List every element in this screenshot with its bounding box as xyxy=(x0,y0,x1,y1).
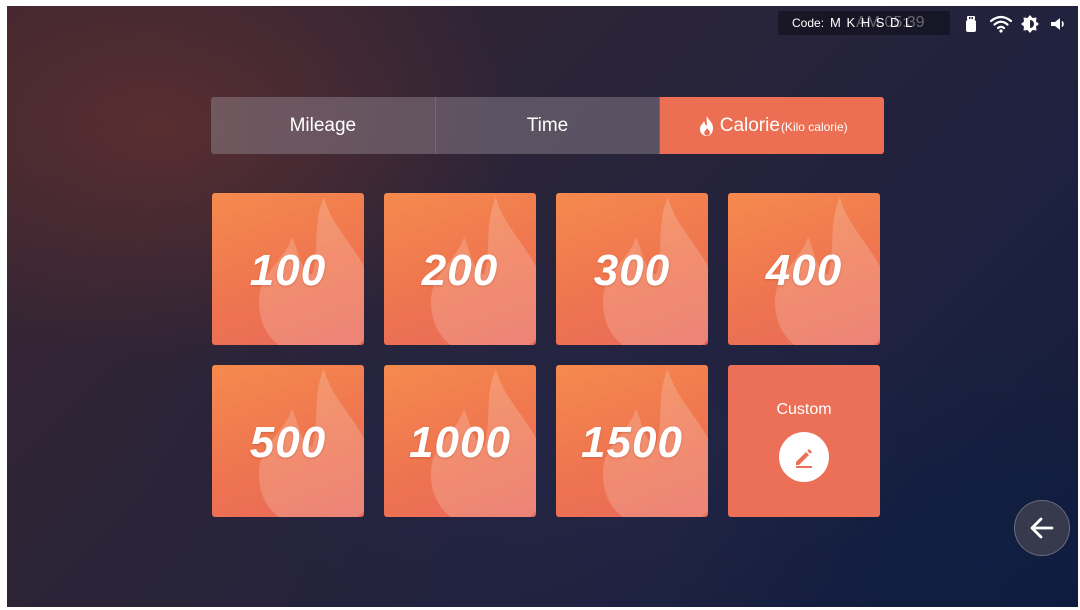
custom-label: Custom xyxy=(776,401,832,418)
tab-calorie[interactable]: Calorie (Kilo calorie) xyxy=(660,97,884,154)
goal-type-tabs: Mileage Time Calorie (Kilo calorie) xyxy=(211,97,884,154)
flame-icon xyxy=(699,115,713,136)
preset-tile-1000[interactable]: 1000 xyxy=(384,365,536,517)
preset-value: 500 xyxy=(249,418,327,467)
tab-time[interactable]: Time xyxy=(435,97,661,154)
clock: AM 05:39 xyxy=(856,14,925,31)
volume-icon xyxy=(1051,18,1064,30)
preset-value: 1000 xyxy=(409,418,511,467)
edit-button[interactable] xyxy=(779,432,829,482)
brightness-icon xyxy=(1021,15,1039,33)
wifi-icon xyxy=(990,15,1012,33)
preset-tile-400[interactable]: 400 xyxy=(728,193,880,345)
preset-tile-100[interactable]: 100 xyxy=(212,193,364,345)
preset-tile-200[interactable]: 200 xyxy=(384,193,536,345)
preset-value: 1500 xyxy=(581,418,683,467)
custom-goal-tile[interactable]: Custom xyxy=(728,365,880,517)
preset-tile-300[interactable]: 300 xyxy=(556,193,708,345)
device-code-label: Code: xyxy=(792,16,825,30)
back-button[interactable] xyxy=(1014,500,1070,556)
arrow-left-icon xyxy=(1030,517,1054,539)
status-bar: Code: M K H S D L AM 05:39 xyxy=(778,6,1078,40)
usb-icon xyxy=(966,16,976,32)
preset-value: 300 xyxy=(593,246,671,295)
preset-value: 400 xyxy=(765,246,843,295)
calorie-goal-screen: Code: M K H S D L AM 05:39 Mileage Time … xyxy=(7,6,1078,607)
pencil-icon xyxy=(796,449,812,468)
preset-tile-500[interactable]: 500 xyxy=(212,365,364,517)
tab-mileage[interactable]: Mileage xyxy=(211,97,436,154)
preset-value: 200 xyxy=(421,246,499,295)
tab-calorie-label: Calorie xyxy=(719,114,780,136)
preset-value: 100 xyxy=(249,246,327,295)
preset-tile-1500[interactable]: 1500 xyxy=(556,365,708,517)
tab-mileage-label: Mileage xyxy=(289,114,357,136)
tab-time-label: Time xyxy=(526,114,569,136)
tab-calorie-unit: (Kilo calorie) xyxy=(780,119,848,134)
